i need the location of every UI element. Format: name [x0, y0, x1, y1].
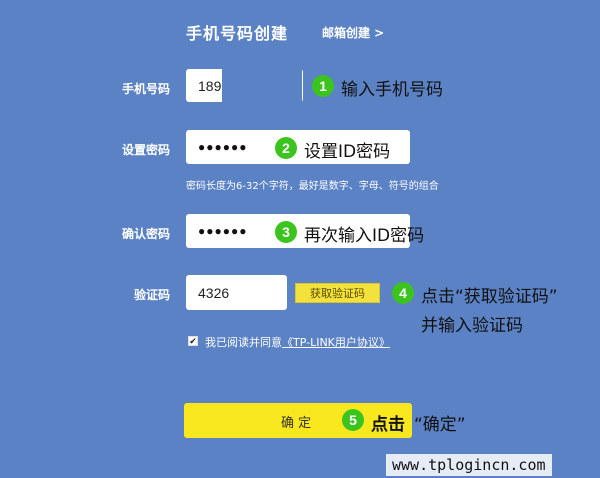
- annotation-3: 再次输入ID密码: [304, 226, 425, 246]
- captcha-label: 验证码: [133, 288, 170, 302]
- agreement-row: 我已阅读并同意《TP-LINK用户协议》: [205, 334, 390, 350]
- annotation-5: 点击: [371, 415, 405, 435]
- phone-value: 189: [198, 77, 222, 94]
- password-label: 设置密码: [121, 143, 170, 157]
- get-code-button[interactable]: 获取验证码: [295, 283, 380, 303]
- step-badge-3: 3: [275, 221, 297, 243]
- phone-input[interactable]: 189: [186, 69, 303, 102]
- step-badge-2: 2: [275, 137, 297, 159]
- confirm-password-value: ●●●●●●: [198, 224, 248, 238]
- captcha-value: 4326: [198, 284, 230, 301]
- step-badge-4: 4: [392, 282, 414, 304]
- confirm-button-label: 确 定: [281, 416, 312, 431]
- site-watermark: www.tplogincn.com: [386, 454, 552, 476]
- password-hint: 密码长度为6-32个字符，最好是数字、字母、符号的组合: [186, 181, 439, 192]
- page-title: 手机号码创建: [186, 24, 289, 43]
- phone-label: 手机号码: [121, 82, 170, 96]
- step-badge-1: 1: [312, 75, 334, 97]
- agree-text: 我已阅读并同意: [205, 336, 282, 349]
- step-badge-5: 5: [342, 409, 364, 431]
- annotation-2: 设置ID密码: [304, 142, 391, 162]
- redaction-block: [222, 69, 302, 102]
- user-agreement-link[interactable]: 《TP-LINK用户协议》: [282, 336, 390, 349]
- annotation-4: 点击“获取验证码”: [421, 287, 558, 307]
- agree-checkbox[interactable]: ✔: [188, 336, 198, 347]
- email-create-link[interactable]: 邮箱创建 >: [322, 24, 384, 41]
- password-value: ●●●●●●: [198, 140, 248, 154]
- annotation-4-line2: 并输入验证码: [421, 316, 523, 336]
- confirm-password-label: 确认密码: [121, 227, 170, 241]
- annotation-5-quote: “确定”: [414, 415, 466, 435]
- captcha-input[interactable]: 4326: [186, 275, 287, 310]
- annotation-1: 输入手机号码: [341, 80, 443, 100]
